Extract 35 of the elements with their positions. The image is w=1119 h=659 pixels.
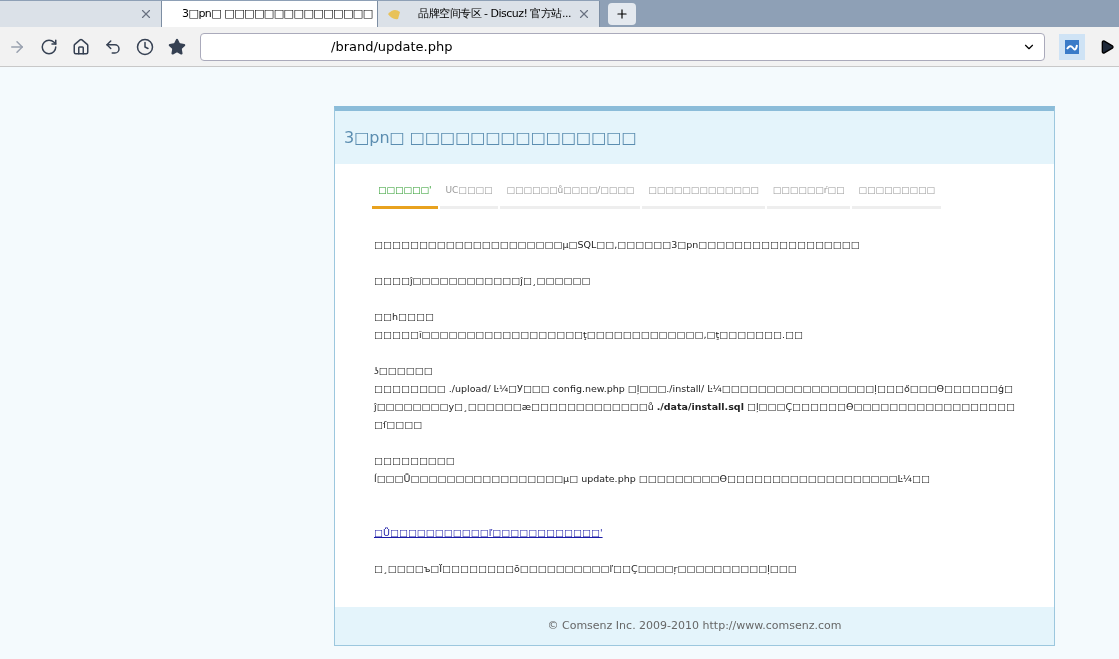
- tab-title: 3□pn□ □□□□□□□□□□□□□□□: [182, 5, 373, 22]
- new-tab-button[interactable]: [608, 3, 636, 25]
- paragraph: □□h□□□□: [374, 309, 435, 324]
- plus-icon: [615, 7, 629, 21]
- paragraph: □□□□□□□□ ./upload/ Ŀ¼□У□□□ config.new.php □ļ□□□./install/ Ŀ¼□□□□□□□□□□□□□□□□□ļ□□□ő□□□ϴ□□□□□□ǵ□ĵ□□□□□□□□у□¸□□□□□□æ□□□□□□□□□□□□□ů ./data/install.sql □ļ□□□Ç□□□□□□ϴ□□□□□□□□□□□□□□□□□□□ſ□□□□: [374, 381, 1015, 432]
- step-tab[interactable]: □□□□□□□□□: [852, 180, 941, 209]
- extension-icon[interactable]: [1059, 33, 1085, 60]
- paragraph: □¸□□□□ъ□Ï□□□□□□□□ō□□□□□□□□□□ľ□□Ç□□□□ŗ□□□□□□□□□□ļ□□□: [374, 561, 798, 577]
- play-icon[interactable]: [1099, 38, 1115, 55]
- address-bar[interactable]: /brand/update.php: [200, 32, 1045, 61]
- reload-icon[interactable]: [40, 37, 58, 56]
- copyright-text: © Comsenz Inc. 2009-2010 http://www.comsenz.com: [547, 617, 842, 634]
- paragraph: ʖ□□□□□□: [374, 363, 434, 378]
- paragraph: □□□□□ĭ□□□□□□□□□□□□□□□□□□ţ□□□□□□□□□□□□□‚□ţ□□□□□□□.□□: [374, 327, 805, 342]
- paragraph: □□□□ĵ□□□□□□□□□□□□ĵ□¸□□□□□□: [374, 273, 592, 288]
- url-text: /brand/update.php: [331, 37, 454, 56]
- page-title: 3□pn□ □□□□□□□□□□□□□□□: [344, 126, 637, 149]
- browser-tab[interactable]: 品牌空间专区 - Discuz! 官方站...: [378, 1, 600, 27]
- paragraph: □□□□□□□□□□□□□□□□□□□□□µ□SQL□□,□□□□□□3□pn□□□□□□□□□□□□□□□□□□: [374, 237, 861, 252]
- step-tab[interactable]: □□□□□□ů□□□□/□□□□: [500, 180, 641, 209]
- history-icon[interactable]: [136, 37, 154, 56]
- browser-tab[interactable]: 3□pn□ □□□□□□□□□□□□□□□: [162, 1, 378, 27]
- step-tab[interactable]: UC□□□□: [439, 180, 499, 209]
- step-tab[interactable]: □□□□□□□□□□□□□: [642, 180, 765, 209]
- paragraph: ĺ□□□Ǖ□□□□□□□□□□□□□□□□□µ□ update.php □□□□□□□□□ϴ□□□□□□□□□□□□□□□□□□□Ŀ¼□□: [374, 471, 931, 486]
- home-icon[interactable]: [72, 37, 90, 56]
- star-icon[interactable]: [168, 37, 186, 56]
- step-tab[interactable]: □□□□□□': [372, 180, 438, 209]
- close-icon[interactable]: [577, 7, 591, 21]
- close-icon[interactable]: [139, 7, 153, 21]
- paragraph: □□□□□□□□□: [374, 453, 456, 468]
- tab-title: 品牌空间专区 - Discuz! 官方站...: [418, 5, 572, 22]
- step-tab[interactable]: □□□□□□ŕ□□: [766, 180, 851, 209]
- undo-icon[interactable]: [104, 37, 122, 56]
- link[interactable]: □Ǖ□□□□□□□□□□□ľ□□□□□□□□□□□□': [374, 523, 603, 542]
